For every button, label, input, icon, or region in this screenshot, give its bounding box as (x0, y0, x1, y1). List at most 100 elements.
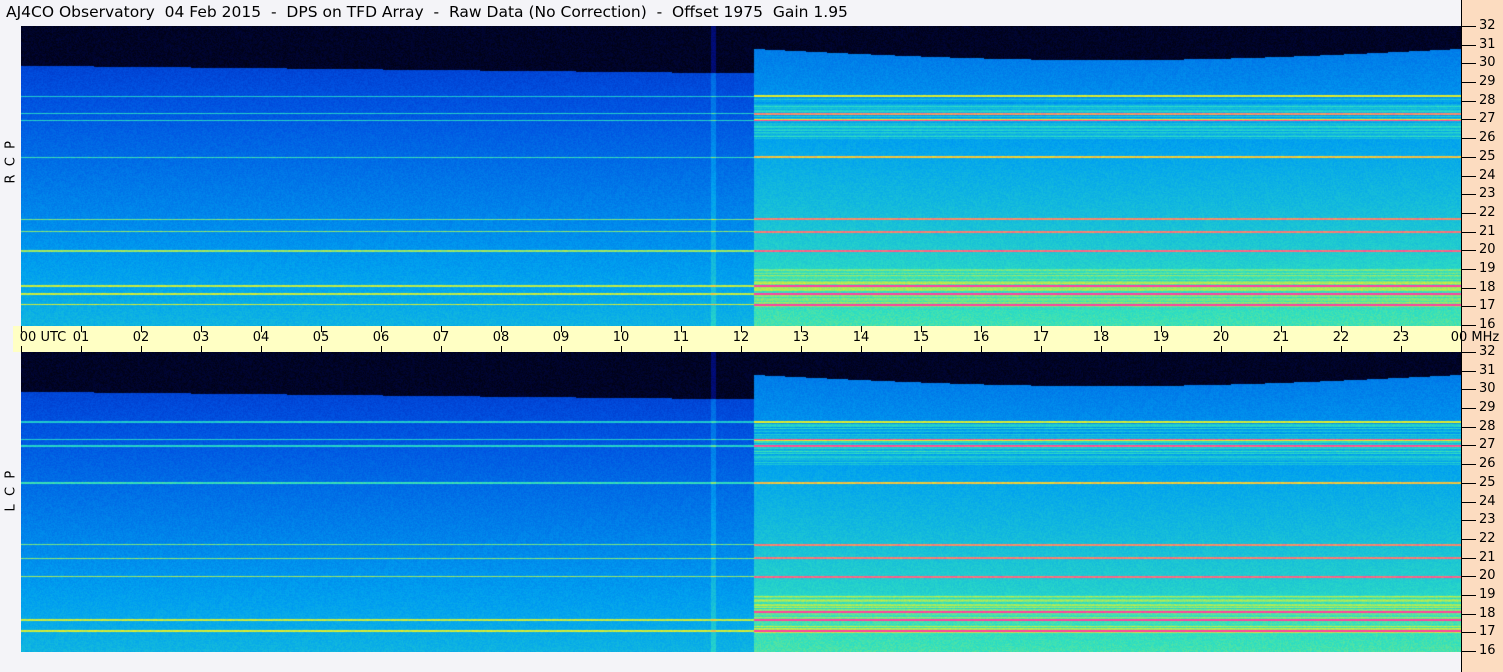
x-tick (981, 346, 982, 352)
y-tick-label: 22 (1479, 205, 1496, 220)
y-tick-label: 18 (1479, 280, 1496, 295)
y-tick-label: 30 (1479, 55, 1496, 70)
y-tick-label: 26 (1479, 130, 1496, 145)
x-tick-label: 15 (912, 330, 930, 345)
x-tick (741, 346, 742, 352)
x-tick-label: 12 (732, 330, 750, 345)
x-tick (321, 346, 322, 352)
y-tick-label: 20 (1479, 242, 1496, 257)
x-tick (681, 346, 682, 352)
y-tick-label: 28 (1479, 93, 1496, 108)
x-tick (1161, 346, 1162, 352)
x-tick (561, 346, 562, 352)
y-tick (1461, 408, 1476, 409)
y-tick (1461, 119, 1476, 120)
y-tick (1461, 269, 1476, 270)
y-tick (1461, 614, 1476, 615)
y-tick (1461, 306, 1476, 307)
y-tick-label: 27 (1479, 111, 1496, 126)
y-tick (1461, 632, 1476, 633)
x-tick (201, 346, 202, 352)
y-tick (1461, 502, 1476, 503)
y-tick (1461, 250, 1476, 251)
lcp-spectrogram (21, 352, 1461, 652)
x-tick (1101, 346, 1102, 352)
y-tick (1461, 445, 1476, 446)
y-tick-label: 32 (1479, 18, 1496, 33)
y-tick-label: 20 (1479, 568, 1496, 583)
x-tick (621, 346, 622, 352)
x-tick-label: 06 (372, 330, 390, 345)
y-tick-label: 31 (1479, 37, 1496, 52)
y-tick-label: 22 (1479, 531, 1496, 546)
y-tick-label: 24 (1479, 168, 1496, 183)
x-tick (1341, 346, 1342, 352)
x-tick-label: 02 (132, 330, 150, 345)
y-tick (1461, 176, 1476, 177)
x-tick (261, 346, 262, 352)
rcp-heatmap-canvas (21, 26, 1461, 326)
x-tick-label: 19 (1152, 330, 1170, 345)
x-tick (141, 346, 142, 352)
y-tick (1461, 389, 1476, 390)
y-tick (1461, 157, 1476, 158)
y-tick-label: 29 (1479, 74, 1496, 89)
y-tick (1461, 288, 1476, 289)
y-tick (1461, 232, 1476, 233)
y-tick (1461, 101, 1476, 102)
x-tick-label: 18 (1092, 330, 1110, 345)
y-tick-label: 31 (1479, 363, 1496, 378)
x-tick-label: 08 (492, 330, 510, 345)
x-tick (801, 346, 802, 352)
x-tick (1041, 346, 1042, 352)
x-tick-label: 03 (192, 330, 210, 345)
y-tick-label: 18 (1479, 606, 1496, 621)
y-tick (1461, 63, 1476, 64)
y-tick (1461, 464, 1476, 465)
y-tick (1461, 520, 1476, 521)
y-tick-label: 25 (1479, 149, 1496, 164)
x-tick-label: 01 (72, 330, 90, 345)
y-tick (1461, 483, 1476, 484)
y-tick-label: 17 (1479, 624, 1496, 639)
lcp-heatmap-canvas (21, 352, 1461, 652)
x-tick-label: 00 UTC (19, 330, 67, 345)
y-tick (1461, 194, 1476, 195)
y-tick-label: 28 (1479, 419, 1496, 434)
x-tick (441, 346, 442, 352)
y-tick-label: 23 (1479, 512, 1496, 527)
x-tick-label: 07 (432, 330, 450, 345)
x-tick (861, 346, 862, 352)
x-tick-label: 23 (1392, 330, 1410, 345)
y-tick-label: 29 (1479, 400, 1496, 415)
x-tick (21, 346, 22, 352)
x-tick (1281, 346, 1282, 352)
x-tick-label: 04 (252, 330, 270, 345)
y-tick (1461, 576, 1476, 577)
y-tick (1461, 325, 1476, 326)
x-tick (381, 346, 382, 352)
x-tick (1401, 346, 1402, 352)
y-tick-label: 32 (1479, 344, 1496, 359)
x-tick-label: 05 (312, 330, 330, 345)
y-tick-label: 24 (1479, 494, 1496, 509)
x-tick-label: 17 (1032, 330, 1050, 345)
lcp-label: L C P (3, 470, 19, 512)
y-tick (1461, 213, 1476, 214)
x-tick (501, 346, 502, 352)
x-tick-label: 13 (792, 330, 810, 345)
x-tick (1461, 346, 1462, 352)
y-tick (1461, 558, 1476, 559)
y-tick-label: 30 (1479, 381, 1496, 396)
x-tick-label: 11 (672, 330, 690, 345)
x-tick-label: 22 (1332, 330, 1350, 345)
y-tick-label: 23 (1479, 186, 1496, 201)
y-tick-label: 26 (1479, 456, 1496, 471)
y-tick (1461, 651, 1476, 652)
x-tick-label: 16 (972, 330, 990, 345)
rcp-label: R C P (3, 141, 19, 184)
x-tick-label: 00 MHz (1450, 330, 1500, 345)
chart-title: AJ4CO Observatory 04 Feb 2015 - DPS on T… (6, 3, 848, 21)
y-tick (1461, 138, 1476, 139)
y-tick (1461, 352, 1476, 353)
